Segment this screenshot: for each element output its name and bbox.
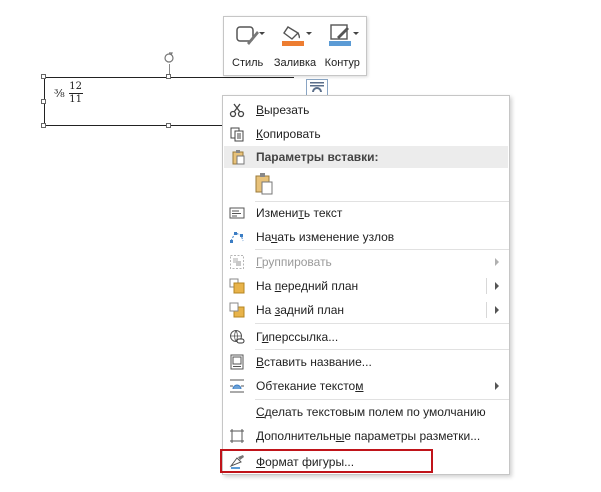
menu-item-label: На задний план bbox=[256, 303, 345, 317]
rotate-handle-icon[interactable] bbox=[163, 52, 175, 64]
style-button[interactable]: Стиль bbox=[226, 23, 270, 75]
menu-item-label: На передний план bbox=[256, 279, 359, 293]
menu-item-hyperlink[interactable]: Гиперссылка... bbox=[223, 325, 509, 349]
paste-options-header: Параметры вставки: bbox=[224, 146, 508, 168]
menu-item-edit-text[interactable]: Изменить текст bbox=[223, 201, 509, 225]
fraction-numerator: 12 bbox=[69, 81, 83, 92]
edit-text-icon bbox=[229, 207, 245, 219]
chevron-down-icon bbox=[305, 32, 312, 35]
menu-item-copy[interactable]: Копировать bbox=[223, 122, 509, 146]
submenu-arrow-icon bbox=[495, 258, 499, 266]
hyperlink-icon bbox=[230, 330, 245, 344]
chevron-down-icon bbox=[258, 32, 265, 35]
copy-icon bbox=[230, 127, 244, 142]
style-label: Стиль bbox=[232, 57, 264, 69]
menu-separator bbox=[255, 323, 509, 324]
pen-outline-icon bbox=[329, 24, 352, 46]
send-to-back-icon bbox=[229, 302, 245, 318]
menu-item-label: Изменить текст bbox=[256, 206, 343, 220]
paste-keep-source-button[interactable] bbox=[253, 172, 275, 196]
paste-options-label: Параметры вставки: bbox=[256, 150, 379, 164]
submenu-divider bbox=[486, 302, 487, 318]
menu-item-label: Вырезать bbox=[256, 103, 310, 117]
rotation-connector bbox=[169, 64, 170, 74]
menu-item-label: Группировать bbox=[256, 255, 332, 269]
menu-item-label: Начать изменение узлов bbox=[256, 230, 395, 244]
edit-points-icon bbox=[230, 232, 244, 243]
menu-item-label: Копировать bbox=[256, 127, 321, 141]
menu-item-label: Гиперссылка... bbox=[256, 330, 339, 344]
insert-caption-icon bbox=[230, 354, 244, 370]
menu-item-label: Вставить название... bbox=[256, 355, 372, 369]
fill-label: Заливка bbox=[273, 57, 317, 69]
wrap-text-icon bbox=[230, 379, 244, 393]
equation-fraction: 12 11 bbox=[68, 81, 83, 106]
outline-label: Контур bbox=[324, 57, 360, 69]
menu-item-send-to-back[interactable]: На задний план bbox=[223, 298, 509, 322]
menu-item-edit-points[interactable]: Начать изменение узлов bbox=[223, 225, 509, 249]
menu-item-cut[interactable]: Вырезать bbox=[223, 98, 509, 122]
bring-to-front-icon bbox=[229, 278, 245, 294]
paint-bucket-fill-icon bbox=[281, 26, 304, 46]
submenu-arrow-icon[interactable] bbox=[495, 306, 499, 314]
fill-button[interactable]: Заливка bbox=[273, 23, 317, 75]
resize-handle-top-middle[interactable] bbox=[166, 74, 171, 79]
outline-button[interactable]: Контур bbox=[320, 23, 364, 75]
menu-item-label: Дополнительные параметры разметки... bbox=[256, 429, 481, 443]
context-menu: Вырезать Копировать Параметры вставки: И… bbox=[222, 95, 510, 475]
resize-handle-bottom-left[interactable] bbox=[41, 123, 46, 128]
chevron-down-icon bbox=[353, 32, 360, 35]
resize-handle-bottom-middle[interactable] bbox=[166, 123, 171, 128]
menu-item-set-default-text-box[interactable]: Сделать текстовым полем по умолчанию bbox=[223, 400, 509, 424]
menu-item-wrap-text[interactable]: Обтекание текстом bbox=[223, 374, 509, 398]
submenu-arrow-icon bbox=[495, 382, 499, 390]
submenu-arrow-icon[interactable] bbox=[495, 282, 499, 290]
equation[interactable]: ⅜ 12 11 bbox=[54, 81, 83, 106]
menu-item-bring-to-front[interactable]: На передний план bbox=[223, 274, 509, 298]
menu-item-more-layout-options[interactable]: Дополнительные параметры разметки... bbox=[223, 424, 509, 448]
clipboard-icon bbox=[232, 150, 245, 165]
menu-item-label: Обтекание текстом bbox=[256, 379, 364, 393]
fraction-denominator: 11 bbox=[69, 94, 83, 105]
equation-prefix: ⅜ bbox=[54, 87, 65, 100]
menu-item-group[interactable]: Группировать bbox=[223, 250, 509, 274]
resize-handle-top-left[interactable] bbox=[41, 74, 46, 79]
scissors-icon bbox=[229, 103, 245, 118]
menu-item-label: Сделать текстовым полем по умолчанию bbox=[256, 405, 486, 419]
resize-handle-left-middle[interactable] bbox=[41, 99, 46, 104]
layout-options-icon bbox=[230, 429, 244, 443]
submenu-divider bbox=[486, 278, 487, 294]
shape-style-icon bbox=[235, 26, 259, 45]
group-icon bbox=[230, 255, 244, 269]
highlight-box bbox=[220, 449, 433, 473]
menu-item-insert-caption[interactable]: Вставить название... bbox=[223, 350, 509, 374]
mini-toolbar: Стиль Заливка Контур bbox=[223, 16, 367, 76]
paste-icon bbox=[255, 173, 273, 195]
